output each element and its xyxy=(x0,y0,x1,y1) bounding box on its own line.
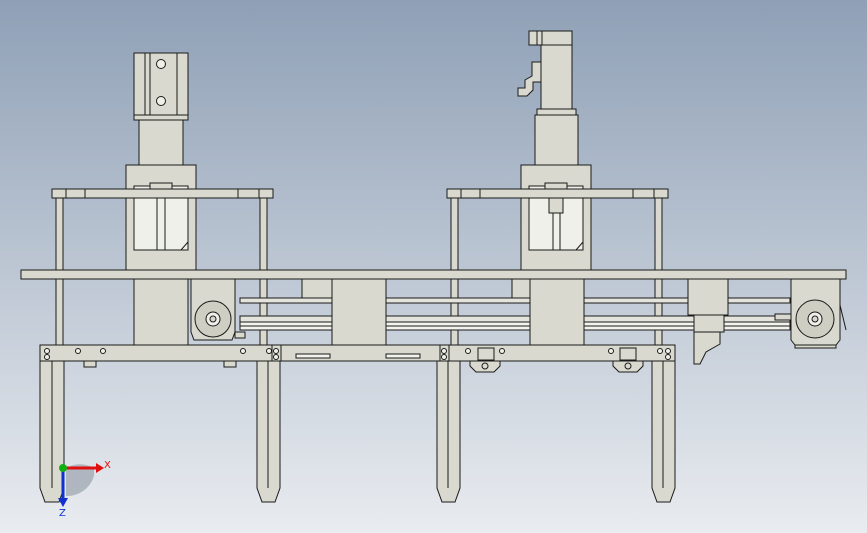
right-servo-motor xyxy=(540,30,573,110)
left-cylinder-port-bottom xyxy=(156,96,166,106)
z-axis-label: Z xyxy=(59,508,66,519)
x-axis-label: X xyxy=(104,460,111,471)
right-slide-block xyxy=(529,278,585,346)
left-lower-block xyxy=(133,278,189,346)
left-cylinder-port-top xyxy=(156,59,166,69)
left-cylinder-body xyxy=(138,119,184,166)
cad-viewport[interactable]: X Z xyxy=(0,0,867,533)
right-reducer xyxy=(534,114,579,166)
assembly-drawing[interactable]: X Z xyxy=(0,0,867,533)
base-rail xyxy=(39,344,676,362)
center-slide-block xyxy=(331,278,387,346)
main-table-plate xyxy=(20,269,847,280)
y-axis-dot xyxy=(59,464,67,472)
